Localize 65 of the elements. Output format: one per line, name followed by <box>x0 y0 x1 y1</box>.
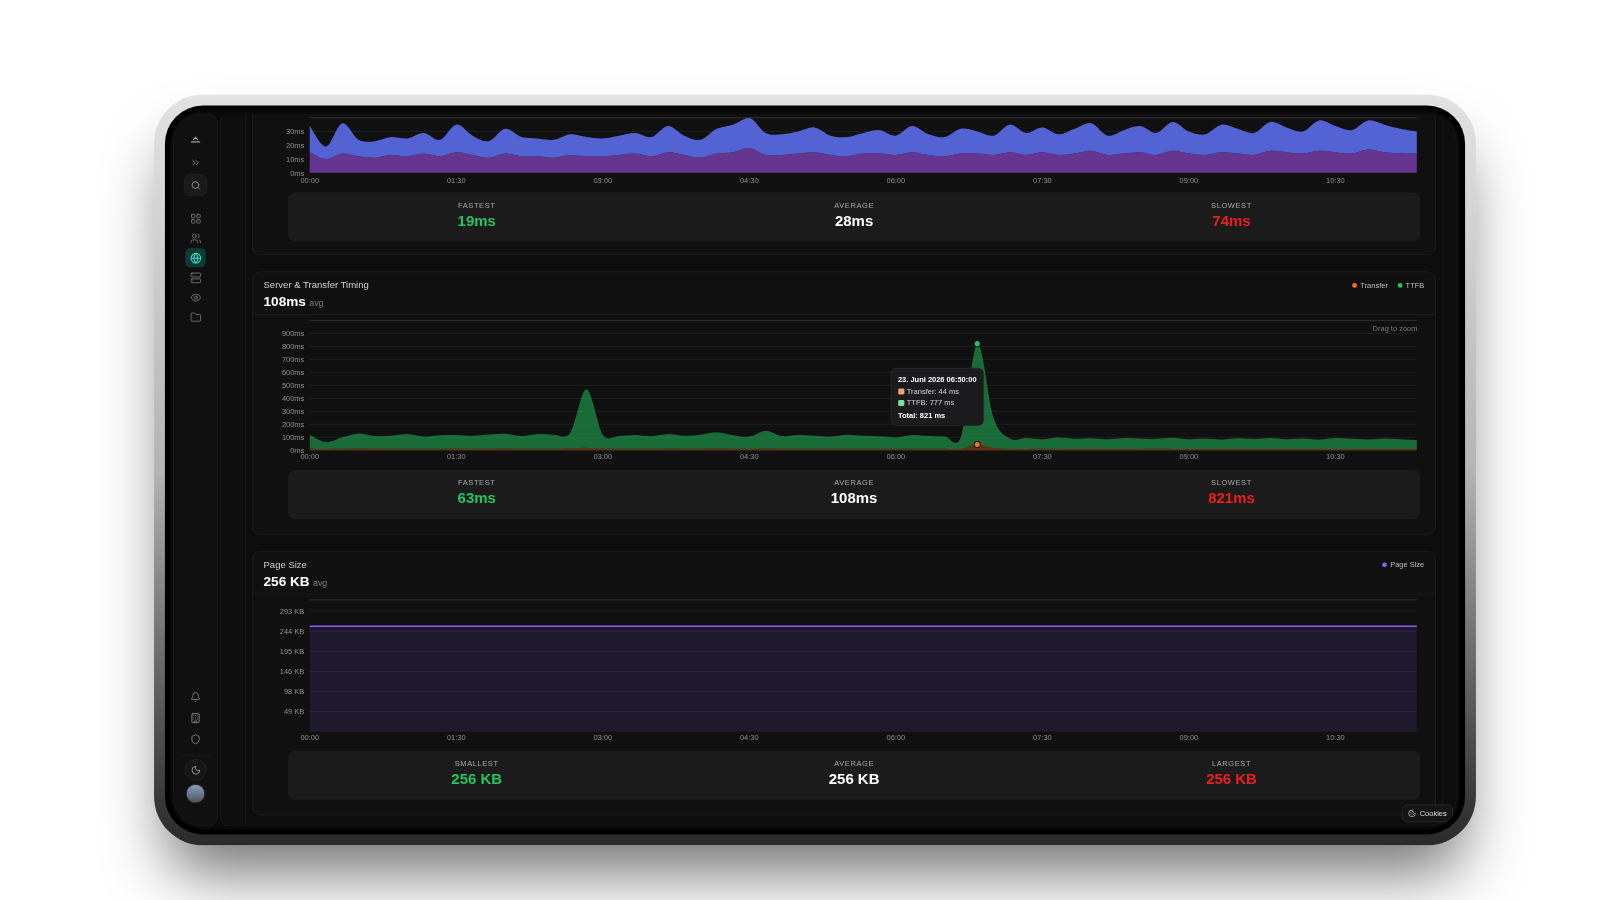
y-axis-label: 700ms <box>281 355 305 365</box>
x-axis-label: 03:00 <box>593 452 613 462</box>
x-axis-label: 10:30 <box>1326 176 1345 186</box>
x-axis-label: 09:00 <box>1179 452 1199 462</box>
card-title: Server & Transfer Timing <box>263 278 369 292</box>
x-axis-label: 04:30 <box>739 452 759 462</box>
x-axis-label: 01:30 <box>446 176 466 186</box>
y-axis-label: 900ms <box>281 329 305 339</box>
average-value: 256 KB <box>263 572 310 590</box>
y-axis-label: 0ms <box>290 168 305 178</box>
y-axis-label: 600ms <box>281 368 305 378</box>
y-axis-label: 293 KB <box>279 606 305 616</box>
x-axis-label: 04:30 <box>739 176 759 186</box>
x-axis-label: 00:00 <box>300 176 320 186</box>
y-axis-label: 0ms <box>290 446 305 455</box>
stat-value: 821ms <box>1208 489 1255 509</box>
x-axis-label: 03:00 <box>593 176 613 186</box>
x-axis-label: 03:00 <box>593 732 613 742</box>
x-axis-label: 07:30 <box>1033 176 1052 186</box>
y-axis-label: 300ms <box>281 407 305 417</box>
x-axis-label: 07:30 <box>1033 452 1052 462</box>
x-axis-label: 00:00 <box>300 732 320 742</box>
y-axis-label: 200ms <box>281 420 305 429</box>
x-axis-label: 01:30 <box>446 452 466 462</box>
y-axis-label: 244 KB <box>279 626 305 636</box>
search-button[interactable] <box>183 174 208 196</box>
stat-value: 74ms <box>1212 211 1251 231</box>
stat-value: 256 KB <box>451 769 503 789</box>
value-suffix: avg <box>313 577 328 589</box>
x-axis-label: 10:30 <box>1326 732 1345 742</box>
x-axis-label: 06:00 <box>886 176 906 186</box>
x-axis-label: 10:30 <box>1326 452 1345 462</box>
x-axis-label: 01:30 <box>446 732 466 742</box>
theme-toggle-button[interactable] <box>184 759 207 781</box>
stat-value: 256 KB <box>828 769 880 789</box>
x-axis-label: 09:00 <box>1179 732 1199 742</box>
y-axis-label: 100ms <box>281 433 305 442</box>
x-axis-label: 07:30 <box>1033 732 1052 742</box>
x-axis-label: 04:30 <box>739 732 759 742</box>
y-axis-label: 20ms <box>286 141 305 150</box>
x-axis-label: 06:00 <box>886 452 906 462</box>
y-axis-label: 400ms <box>281 394 305 404</box>
y-axis-label: 500ms <box>281 381 305 391</box>
value-suffix: avg <box>309 297 324 309</box>
y-axis-label: 146 KB <box>279 667 305 677</box>
y-axis-label: 195 KB <box>279 647 305 657</box>
y-axis-label: 800ms <box>281 342 305 352</box>
nav-item[interactable] <box>185 248 206 268</box>
stat-value: 256 KB <box>1206 769 1257 789</box>
stat-value: 63ms <box>457 489 496 509</box>
x-axis-label: 09:00 <box>1179 176 1199 186</box>
y-axis-label: 49 KB <box>283 707 305 717</box>
card-title: Page Size <box>263 558 308 571</box>
point-marker-icon <box>973 340 981 348</box>
point-marker-icon <box>973 441 981 449</box>
stat-value: 28ms <box>834 211 874 231</box>
stat-value: 108ms <box>830 489 878 509</box>
stat-value: 19ms <box>457 211 496 231</box>
average-value: 108ms <box>263 292 306 311</box>
y-axis-label: 98 KB <box>283 687 305 697</box>
y-axis-label: 30ms <box>286 127 305 137</box>
y-axis-label: 10ms <box>286 154 305 164</box>
x-axis-label: 00:00 <box>300 452 320 462</box>
x-axis-label: 06:00 <box>886 732 906 742</box>
avatar[interactable] <box>186 784 206 804</box>
